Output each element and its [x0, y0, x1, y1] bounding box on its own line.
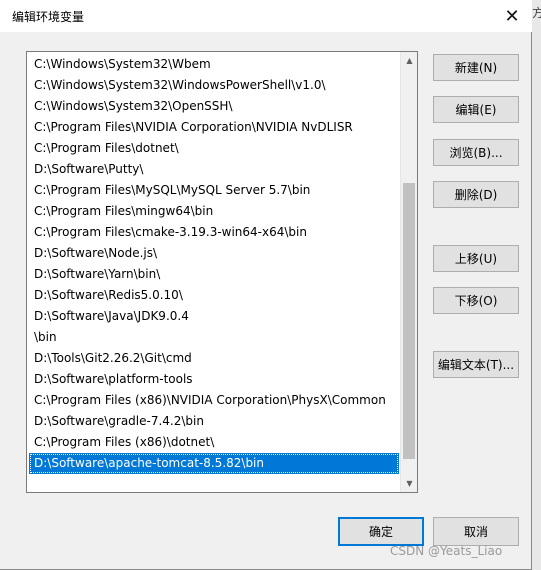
move-down-button[interactable]: 下移(O)	[433, 287, 519, 314]
path-list-item[interactable]: C:\Program Files\NVIDIA Corporation\NVID…	[29, 117, 399, 138]
path-list-item[interactable]: C:\Program Files (x86)\NVIDIA Corporatio…	[29, 390, 399, 411]
path-list-item[interactable]: D:\Software\platform-tools	[29, 369, 399, 390]
path-list-item[interactable]: C:\Windows\System32\Wbem	[29, 54, 399, 75]
path-list-item[interactable]: \bin	[29, 327, 399, 348]
new-button[interactable]: 新建(N)	[433, 54, 519, 81]
path-list-item[interactable]: C:\Windows\System32\WindowsPowerShell\v1…	[29, 75, 399, 96]
chevron-up-icon: ▲	[406, 56, 413, 65]
scroll-down-button[interactable]: ▼	[401, 475, 417, 492]
path-list-item[interactable]: C:\Program Files\MySQL\MySQL Server 5.7\…	[29, 180, 399, 201]
scroll-up-button[interactable]: ▲	[401, 52, 417, 69]
close-button[interactable]: ✕	[492, 0, 532, 32]
title-bar[interactable]: 编辑环境变量 ✕	[0, 0, 532, 32]
path-listbox[interactable]: C:\Windows\System32\Wbem C:\Windows\Syste…	[26, 51, 418, 493]
chevron-down-icon: ▼	[406, 479, 413, 488]
cancel-button[interactable]: 取消	[433, 517, 519, 546]
path-list-item[interactable]: C:\Program Files\dotnet\	[29, 138, 399, 159]
ok-button[interactable]: 确定	[338, 517, 424, 546]
path-list-item[interactable]: C:\Windows\System32\OpenSSH\	[29, 96, 399, 117]
path-list-item[interactable]: D:\Software\gradle-7.4.2\bin	[29, 411, 399, 432]
path-list-item[interactable]: D:\Software\Node.js\	[29, 243, 399, 264]
vertical-scrollbar[interactable]: ▲ ▼	[400, 52, 417, 492]
delete-button[interactable]: 删除(D)	[433, 181, 519, 208]
path-list-item[interactable]: D:\Software\Yarn\bin\	[29, 264, 399, 285]
path-list-item[interactable]: D:\Software\Redis5.0.10\	[29, 285, 399, 306]
edit-env-var-dialog: 编辑环境变量 ✕ C:\Windows\System32\Wbem C:\Wind…	[0, 0, 532, 570]
path-list-item[interactable]: C:\Program Files (x86)\dotnet\	[29, 432, 399, 453]
browse-button[interactable]: 浏览(B)...	[433, 139, 519, 166]
dialog-title: 编辑环境变量	[12, 10, 85, 24]
path-list-item[interactable]: D:\Software\Putty\	[29, 159, 399, 180]
path-list-item[interactable]: C:\Program Files\mingw64\bin	[29, 201, 399, 222]
path-list-item[interactable]: D:\Software\Java\JDK9.0.4	[29, 306, 399, 327]
move-up-button[interactable]: 上移(U)	[433, 245, 519, 272]
path-list: C:\Windows\System32\Wbem C:\Windows\Syste…	[29, 54, 399, 474]
edit-button[interactable]: 编辑(E)	[433, 96, 519, 123]
background-window-strip	[532, 0, 541, 570]
watermark: CSDN @Yeats_Liao	[390, 544, 503, 558]
scrollbar-thumb[interactable]	[403, 182, 415, 459]
path-list-item[interactable]: D:\Software\apache-tomcat-8.5.82\bin	[29, 453, 399, 474]
close-icon: ✕	[504, 5, 520, 27]
path-list-item[interactable]: C:\Program Files\cmake-3.19.3-win64-x64\…	[29, 222, 399, 243]
edit-text-button[interactable]: 编辑文本(T)...	[433, 351, 519, 378]
background-window-fragment: 方	[532, 6, 541, 20]
path-list-item[interactable]: D:\Tools\Git2.26.2\Git\cmd	[29, 348, 399, 369]
